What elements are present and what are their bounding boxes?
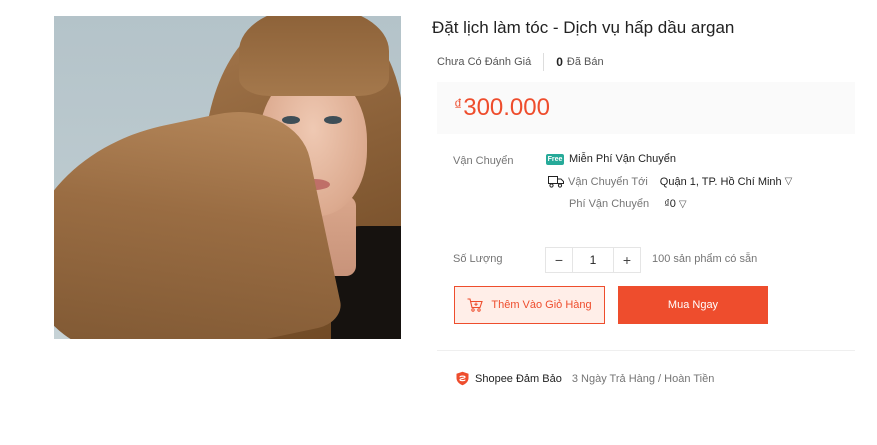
rating-row: Chưa Có Đánh Giá 0 Đã Bán	[437, 53, 604, 71]
guarantee-description: 3 Ngày Trả Hàng / Hoàn Tiền	[571, 372, 715, 385]
image-hair-top	[239, 16, 389, 96]
rating-text[interactable]: Chưa Có Đánh Giá	[437, 56, 531, 68]
truck-icon	[548, 176, 564, 188]
add-to-cart-button[interactable]: Thêm Vào Giỏ Hàng	[454, 286, 605, 324]
divider	[437, 350, 855, 351]
divider	[543, 53, 545, 71]
ship-to-location[interactable]: Quận 1, TP. Hồ Chí Minh	[660, 176, 782, 188]
quantity-stepper: − 1 +	[545, 247, 641, 273]
product-title: Đặt lịch làm tóc - Dịch vụ hấp dầu argan	[432, 18, 735, 37]
currency-symbol: ₫	[454, 97, 463, 114]
guarantee-name: Shopee Đảm Bảo	[475, 372, 562, 385]
chevron-down-icon[interactable]: ▽	[785, 176, 793, 187]
shipping-fee-label: Phí Vận Chuyển	[569, 198, 650, 210]
image-eye-left	[282, 116, 300, 124]
price-value: 300.000	[463, 94, 550, 121]
stock-text: 100 sản phẩm có sẵn	[652, 253, 758, 265]
free-shipping-row: Free Miễn Phí Vận Chuyển	[546, 153, 676, 165]
quantity-input[interactable]: 1	[572, 248, 614, 272]
shield-icon	[456, 371, 469, 386]
shipping-fee-value[interactable]: ₫0	[664, 198, 676, 210]
free-shipping-icon-text: Free	[547, 155, 563, 163]
shipping-fee-row: Phí Vận Chuyển ₫0 ▽	[569, 198, 687, 210]
ship-to-label: Vận Chuyển Tới	[568, 175, 648, 188]
price-box: ₫300.000	[437, 82, 855, 134]
image-eye-right	[324, 116, 342, 124]
quantity-label: Số Lượng	[453, 253, 503, 265]
buy-now-button[interactable]: Mua Ngay	[618, 286, 768, 324]
quantity-increase-button[interactable]: +	[614, 248, 640, 272]
price: ₫300.000	[454, 94, 550, 122]
sold-count: 0	[556, 55, 563, 69]
add-to-cart-label: Thêm Vào Giỏ Hàng	[491, 299, 592, 311]
ship-to-row: Vận Chuyển Tới Quận 1, TP. Hồ Chí Minh ▽	[548, 175, 792, 188]
free-shipping-text: Miễn Phí Vận Chuyển	[569, 153, 677, 165]
cart-icon	[467, 298, 484, 312]
shipping-label: Vận Chuyển	[453, 155, 514, 167]
sold-label: Đã Bán	[566, 56, 604, 68]
free-shipping-icon: Free	[546, 153, 564, 165]
quantity-decrease-button[interactable]: −	[546, 248, 572, 272]
chevron-down-icon[interactable]: ▽	[679, 199, 687, 210]
guarantee-row[interactable]: Shopee Đảm Bảo 3 Ngày Trả Hàng / Hoàn Ti…	[455, 371, 714, 386]
product-image[interactable]	[54, 16, 401, 339]
